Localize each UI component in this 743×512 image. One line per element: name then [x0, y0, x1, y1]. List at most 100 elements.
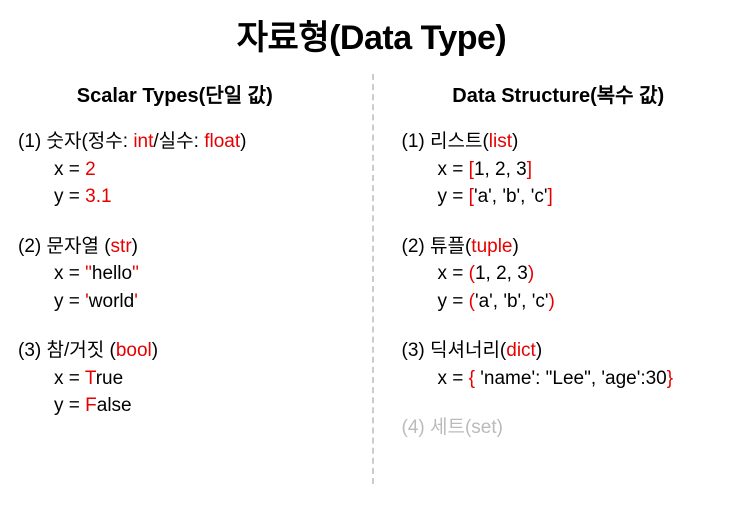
- bracket: ]: [527, 159, 532, 180]
- section-set: (4) 세트(set): [402, 414, 716, 442]
- text: ): [536, 340, 542, 361]
- text: 튜플(: [430, 236, 471, 257]
- section-dict: (3) 딕셔너리(dict) x = { 'name': "Lee", 'age…: [402, 337, 716, 392]
- section-tuple: (2) 튜플(tuple) x = (1, 2, 3) y = ('a', 'b…: [402, 233, 716, 316]
- value: 2: [85, 159, 96, 180]
- section-string-head: (2) 문자열 (str): [18, 233, 332, 261]
- keyword-float: float: [204, 131, 240, 152]
- text: ): [512, 131, 518, 152]
- text: x =: [54, 159, 85, 180]
- keyword-tuple: tuple: [471, 236, 512, 257]
- text: y =: [438, 186, 469, 207]
- bracket: ]: [547, 186, 552, 207]
- code-line: x = (1, 2, 3): [438, 260, 716, 288]
- num-label: (2): [402, 236, 431, 257]
- code-line: y = ['a', 'b', 'c']: [438, 183, 716, 211]
- text: 문자열 (: [47, 236, 111, 257]
- text: 세트(: [430, 417, 471, 438]
- section-tuple-head: (2) 튜플(tuple): [402, 233, 716, 261]
- keyword-int: int: [133, 131, 153, 152]
- text: ): [497, 417, 503, 438]
- value: 1, 2, 3: [475, 263, 528, 284]
- vertical-divider: [372, 74, 374, 484]
- code-line: x = "hello": [54, 260, 332, 288]
- text: 리스트(: [430, 131, 489, 152]
- value: world: [89, 291, 134, 312]
- value: 'a', 'b', 'c': [475, 291, 549, 312]
- keyword-dict: dict: [506, 340, 536, 361]
- value: 'a', 'b', 'c': [474, 186, 548, 207]
- text: y =: [54, 186, 85, 207]
- text: ): [240, 131, 246, 152]
- columns-container: Scalar Types(단일 값) (1) 숫자(정수: int/실수: fl…: [0, 79, 743, 464]
- section-set-head: (4) 세트(set): [402, 414, 716, 442]
- section-number: (1) 숫자(정수: int/실수: float) x = 2 y = 3.1: [18, 128, 332, 211]
- section-bool: (3) 참/거짓 (bool) x = True y = False: [18, 337, 332, 420]
- code-line: y = 'world': [54, 288, 332, 316]
- text: x =: [438, 368, 469, 389]
- code-line: x = 2: [54, 156, 332, 184]
- code-line: y = 3.1: [54, 183, 332, 211]
- section-list-body: x = [1, 2, 3] y = ['a', 'b', 'c']: [402, 156, 716, 211]
- section-dict-head: (3) 딕셔너리(dict): [402, 337, 716, 365]
- text: alse: [97, 395, 132, 416]
- text: x =: [54, 368, 85, 389]
- text: 숫자(정수:: [47, 131, 134, 152]
- cap: T: [85, 368, 96, 389]
- text: y =: [54, 291, 85, 312]
- code-line: x = { 'name': "Lee", 'age':30}: [438, 365, 716, 393]
- section-tuple-body: x = (1, 2, 3) y = ('a', 'b', 'c'): [402, 260, 716, 315]
- text: 딕셔너리(: [430, 340, 506, 361]
- text: ): [132, 236, 138, 257]
- text: x =: [438, 263, 469, 284]
- num-label: (4): [402, 417, 431, 438]
- quote: ': [134, 291, 138, 312]
- keyword-list: list: [489, 131, 512, 152]
- num-label: (1): [402, 131, 431, 152]
- cap: F: [85, 395, 97, 416]
- section-string-body: x = "hello" y = 'world': [18, 260, 332, 315]
- page-title: 자료형(Data Type): [0, 10, 743, 59]
- text: 참/거짓 (: [47, 340, 116, 361]
- section-number-head: (1) 숫자(정수: int/실수: float): [18, 128, 332, 156]
- code-line: x = True: [54, 365, 332, 393]
- right-heading: Data Structure(복수 값): [402, 79, 716, 108]
- code-line: x = [1, 2, 3]: [438, 156, 716, 184]
- value: 'name': "Lee", 'age':30: [475, 368, 667, 389]
- paren: ): [549, 291, 555, 312]
- value: 1, 2, 3: [474, 159, 527, 180]
- num-label: (1): [18, 131, 47, 152]
- left-column: Scalar Types(단일 값) (1) 숫자(정수: int/실수: fl…: [8, 79, 362, 464]
- section-dict-body: x = { 'name': "Lee", 'age':30}: [402, 365, 716, 393]
- section-list-head: (1) 리스트(list): [402, 128, 716, 156]
- text: x =: [438, 159, 469, 180]
- section-bool-head: (3) 참/거짓 (bool): [18, 337, 332, 365]
- keyword-bool: bool: [116, 340, 152, 361]
- text: y =: [54, 395, 85, 416]
- value: 3.1: [85, 186, 111, 207]
- text: y =: [438, 291, 469, 312]
- brace: }: [667, 368, 673, 389]
- text: ): [152, 340, 158, 361]
- text: rue: [96, 368, 123, 389]
- quote: ": [85, 263, 92, 284]
- num-label: (3): [402, 340, 431, 361]
- quote: ": [132, 263, 139, 284]
- section-string: (2) 문자열 (str) x = "hello" y = 'world': [18, 233, 332, 316]
- num-label: (2): [18, 236, 47, 257]
- section-number-body: x = 2 y = 3.1: [18, 156, 332, 211]
- section-bool-body: x = True y = False: [18, 365, 332, 420]
- value: hello: [92, 263, 132, 284]
- code-line: y = ('a', 'b', 'c'): [438, 288, 716, 316]
- section-list: (1) 리스트(list) x = [1, 2, 3] y = ['a', 'b…: [402, 128, 716, 211]
- num-label: (3): [18, 340, 47, 361]
- keyword-set: set: [471, 417, 496, 438]
- text: /실수:: [153, 131, 204, 152]
- keyword-str: str: [111, 236, 132, 257]
- text: ): [513, 236, 519, 257]
- left-heading: Scalar Types(단일 값): [18, 79, 332, 108]
- text: x =: [54, 263, 85, 284]
- code-line: y = False: [54, 392, 332, 420]
- right-column: Data Structure(복수 값) (1) 리스트(list) x = […: [362, 79, 736, 464]
- paren: ): [528, 263, 534, 284]
